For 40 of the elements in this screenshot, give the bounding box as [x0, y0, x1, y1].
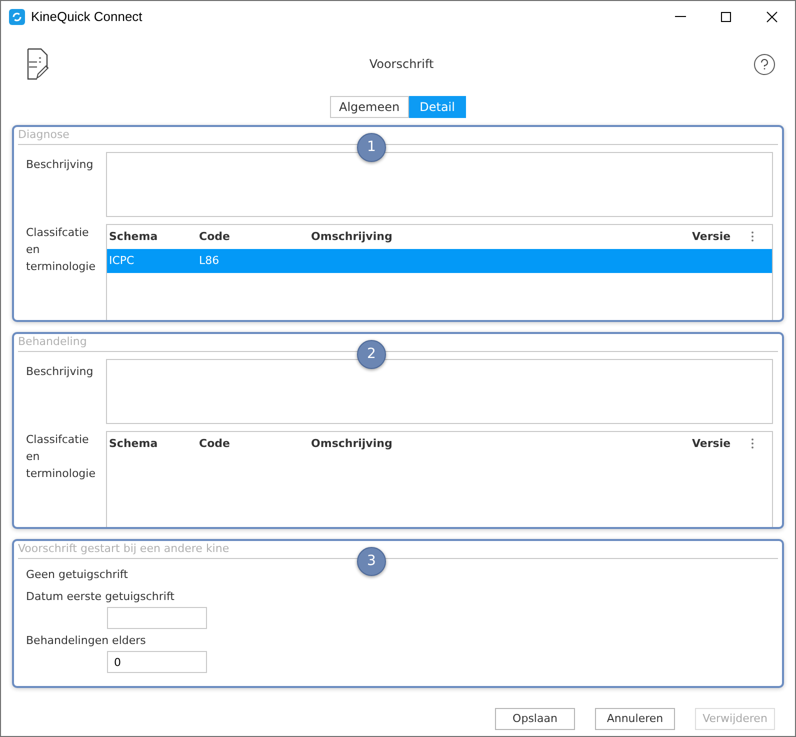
description-field[interactable] — [106, 359, 773, 424]
page-title: Voorschrift — [369, 56, 434, 73]
table-cell-text: L86 — [199, 252, 220, 269]
minimize-icon — [674, 16, 686, 17]
more-options-icon[interactable] — [751, 231, 754, 242]
section-title: Diagnose — [18, 127, 70, 144]
section-title: Behandeling — [18, 334, 87, 350]
column-header: Schema — [109, 436, 159, 452]
field-label: Behandelingen elders — [26, 633, 147, 649]
input-field[interactable] — [107, 607, 207, 629]
app-logo-icon — [9, 8, 25, 24]
description-field[interactable] — [106, 152, 773, 217]
window-title: KineQuick Connect — [31, 8, 142, 26]
field-label: Beschrijving — [26, 157, 94, 173]
tab[interactable]: Algemeen — [330, 96, 409, 118]
column-header: Code — [199, 436, 231, 452]
number-marker: 3 — [357, 547, 386, 576]
more-options-icon[interactable] — [751, 438, 754, 449]
column-header: Schema — [109, 228, 159, 245]
close-icon — [766, 10, 778, 22]
column-header: Versie — [692, 228, 732, 245]
input-field[interactable]: 0 — [107, 651, 207, 673]
column-header: Omschrijving — [311, 228, 394, 245]
column-header: Omschrijving — [311, 436, 394, 452]
dialog-button[interactable]: Annuleren — [595, 708, 675, 730]
number-marker: 1 — [357, 133, 386, 162]
field-label: Beschrijving — [26, 364, 94, 380]
field-label: Datum eerste getuigschrift — [26, 589, 176, 605]
number-marker: 2 — [357, 340, 386, 369]
dialog-button[interactable]: Opslaan — [495, 708, 575, 730]
column-header: Code — [199, 228, 231, 245]
field-label: Classifcatie en terminologie — [26, 432, 96, 482]
column-header: Versie — [692, 436, 732, 452]
maximize-icon — [720, 10, 732, 22]
table-cell-text: ICPC — [109, 252, 136, 269]
help-button[interactable] — [754, 54, 775, 74]
help-icon — [760, 58, 769, 70]
section-title: Voorschrift gestart bij een andere kine — [18, 541, 230, 558]
field-label: Classifcatie en terminologie — [26, 225, 96, 275]
status-text: Geen getuigschrift — [26, 567, 129, 583]
